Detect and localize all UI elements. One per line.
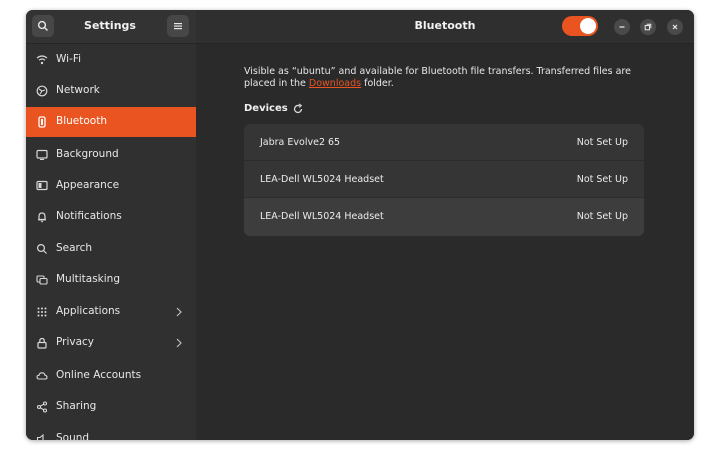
device-status: Not Set Up <box>576 211 628 222</box>
visibility-description: Visible as “ubuntu” and available for Bl… <box>244 66 644 90</box>
sidebar-item-label: Online Accounts <box>56 369 142 381</box>
sidebar-item-sharing[interactable]: Sharing <box>26 392 196 422</box>
background-icon <box>35 148 49 162</box>
sidebar-item-label: Sharing <box>56 400 97 412</box>
sidebar-item-label: Network <box>56 84 100 96</box>
sidebar-item-label: Multitasking <box>56 273 121 285</box>
sidebar-item-background[interactable]: Background <box>26 140 196 170</box>
appearance-icon <box>35 179 49 193</box>
sidebar-item-label: Privacy <box>56 336 95 348</box>
multitasking-icon <box>35 273 49 287</box>
device-row[interactable]: LEA-Dell WL5024 Headset Not Set Up <box>244 198 644 236</box>
sidebar-item-bluetooth[interactable]: Bluetooth <box>26 107 196 137</box>
description-text: folder. <box>361 78 394 89</box>
sidebar-item-label: Notifications <box>56 210 122 222</box>
sidebar-item-sound[interactable]: Sound <box>26 424 196 440</box>
toggle-knob <box>580 18 596 34</box>
chevron-right-icon <box>176 338 182 348</box>
sidebar-item-wifi[interactable]: Wi-Fi <box>26 45 196 75</box>
search-icon <box>37 20 48 31</box>
cloud-icon <box>35 369 49 383</box>
device-status: Not Set Up <box>576 174 628 185</box>
sidebar-item-label: Applications <box>56 305 121 317</box>
main-menu-button[interactable] <box>167 15 189 37</box>
sidebar-item-multitasking[interactable]: Multitasking <box>26 265 196 295</box>
wifi-icon <box>35 53 49 67</box>
device-list: Jabra Evolve2 65 Not Set Up LEA-Dell WL5… <box>244 124 644 236</box>
sidebar-item-label: Wi-Fi <box>56 53 82 65</box>
main-header: Bluetooth <box>196 10 694 44</box>
sidebar-title: Settings <box>84 19 136 32</box>
search-button[interactable] <box>32 15 54 37</box>
device-name: LEA-Dell WL5024 Headset <box>260 211 384 222</box>
hamburger-icon <box>174 23 182 30</box>
device-status: Not Set Up <box>576 137 628 148</box>
restore-icon <box>644 23 652 31</box>
share-icon <box>35 400 49 414</box>
bluetooth-icon <box>35 115 49 129</box>
close-icon <box>672 24 678 30</box>
sidebar-item-notifications[interactable]: Notifications <box>26 202 196 232</box>
bluetooth-toggle[interactable] <box>562 16 598 36</box>
device-name: LEA-Dell WL5024 Headset <box>260 174 384 185</box>
network-icon <box>35 84 49 98</box>
sidebar-item-network[interactable]: Network <box>26 76 196 106</box>
bluetooth-panel: Bluetooth Visible as “ubuntu” and availa… <box>196 10 694 440</box>
sidebar-item-search[interactable]: Search <box>26 234 196 264</box>
apps-grid-icon <box>35 305 49 319</box>
chevron-right-icon <box>176 307 182 317</box>
sidebar-item-label: Bluetooth <box>56 115 107 127</box>
description-text: Visible as “ubuntu” and available for Bl… <box>244 66 631 89</box>
device-row[interactable]: Jabra Evolve2 65 Not Set Up <box>244 124 644 161</box>
refresh-spinner-icon <box>293 103 303 114</box>
device-row[interactable]: LEA-Dell WL5024 Headset Not Set Up <box>244 161 644 198</box>
close-button[interactable] <box>667 19 683 35</box>
search-icon <box>35 242 49 256</box>
devices-heading: Devices <box>244 103 288 114</box>
sidebar-item-privacy[interactable]: Privacy <box>26 328 196 358</box>
settings-window: Settings Wi-Fi Network Bluetooth Backgro… <box>26 10 694 440</box>
sidebar-item-online-accounts[interactable]: Online Accounts <box>26 361 196 391</box>
downloads-link[interactable]: Downloads <box>309 78 361 89</box>
minimize-button[interactable] <box>614 19 630 35</box>
sidebar-item-label: Sound <box>56 432 90 440</box>
lock-icon <box>35 336 49 350</box>
minimize-icon <box>619 26 625 28</box>
sidebar-item-label: Search <box>56 242 93 254</box>
sidebar-header: Settings <box>26 10 196 44</box>
bell-icon <box>35 210 49 224</box>
sidebar-item-applications[interactable]: Applications <box>26 297 196 327</box>
maximize-button[interactable] <box>640 19 656 35</box>
sidebar: Settings Wi-Fi Network Bluetooth Backgro… <box>26 10 196 440</box>
sidebar-item-appearance[interactable]: Appearance <box>26 171 196 201</box>
speaker-icon <box>35 432 49 440</box>
sidebar-item-label: Background <box>56 148 119 160</box>
sidebar-item-label: Appearance <box>56 179 120 191</box>
device-name: Jabra Evolve2 65 <box>260 137 341 148</box>
